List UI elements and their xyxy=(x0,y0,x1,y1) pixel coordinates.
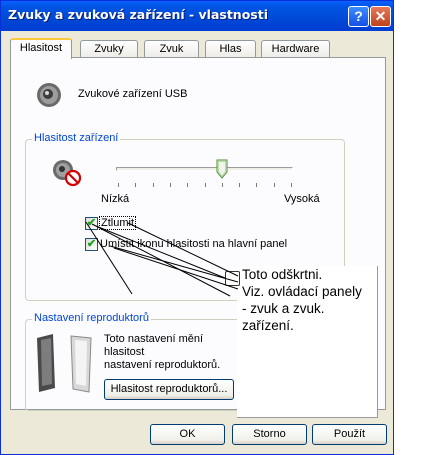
tab-hlas[interactable]: Hlas xyxy=(205,40,256,58)
ok-button[interactable]: OK xyxy=(150,424,225,445)
close-button[interactable]: ✕ xyxy=(370,6,391,27)
tab-zvuky[interactable]: Zvuky xyxy=(80,40,138,58)
slider-tick xyxy=(187,183,189,187)
slider-tick xyxy=(273,183,275,187)
slider-tick xyxy=(221,183,223,187)
annotation-text: Toto odškrtni. Viz. ovládací panely - zv… xyxy=(242,267,362,333)
speaker-icon xyxy=(37,83,61,107)
slider-tick xyxy=(135,183,137,187)
volume-high-label: Vysoká xyxy=(284,193,320,205)
volume-low-label: Nízká xyxy=(101,193,130,205)
mute-checkbox[interactable]: ✔ xyxy=(85,217,98,230)
speakers-description: Toto nastavení mění hlasitost nastavení … xyxy=(104,333,221,371)
speaker-volume-button[interactable]: Hlasitost reproduktorů... xyxy=(104,379,234,400)
help-button[interactable]: ? xyxy=(348,6,369,27)
tray-icon-label[interactable]: Umístit ikonu hlasitosti na hlavní panel xyxy=(100,238,287,250)
title-bar: Zvuky a zvuková zařízení - vlastnosti ? … xyxy=(1,1,393,31)
volume-slider-thumb[interactable] xyxy=(216,159,228,179)
volume-slider-track[interactable] xyxy=(116,167,293,171)
tab-hardware[interactable]: Hardware xyxy=(261,40,330,58)
slider-tick xyxy=(118,183,119,187)
muted-speaker-icon[interactable] xyxy=(51,158,83,188)
slider-tick xyxy=(291,183,292,187)
tab-hlasitost[interactable]: Hlasitost xyxy=(10,38,72,59)
slider-tick xyxy=(152,183,154,187)
speakers-group-label: Nastavení reproduktorů xyxy=(32,312,151,324)
slider-tick xyxy=(204,183,206,187)
apply-button[interactable]: Použít xyxy=(312,424,387,445)
tab-zvuk[interactable]: Zvuk xyxy=(144,40,199,58)
tray-icon-checkbox[interactable]: ✔ xyxy=(85,238,98,251)
mute-label[interactable]: Ztlumit xyxy=(99,216,136,230)
volume-group-label: Hlasitost zařízení xyxy=(32,132,121,144)
slider-tick xyxy=(256,183,258,187)
slider-tick xyxy=(169,183,171,187)
annotation-checkbox xyxy=(225,271,240,286)
speakers-icon xyxy=(37,334,92,393)
window-title: Zvuky a zvuková zařízení - vlastnosti xyxy=(8,7,268,22)
cancel-button[interactable]: Storno xyxy=(232,424,307,445)
slider-tick xyxy=(239,183,241,187)
device-name: Zvukové zařízení USB xyxy=(78,88,188,100)
